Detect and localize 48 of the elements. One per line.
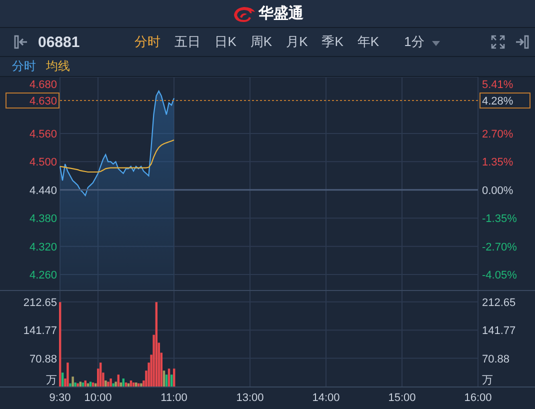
time-axis-label: 10:00 [84, 392, 112, 404]
volume-axis-label: 141.77 [482, 325, 516, 338]
volume-axis-label: 141.77 [23, 325, 57, 338]
time-axis-label: 11:00 [160, 392, 188, 404]
fullscreen-icon[interactable] [491, 35, 505, 49]
percent-axis-label: 0.00% [482, 184, 514, 197]
percent-axis-label: -1.35% [482, 213, 517, 226]
time-axis-label: 9:30 [49, 392, 71, 404]
percent-axis-label: 5.41% [482, 79, 514, 91]
price-axis-label: 4.380 [29, 213, 57, 226]
volume-axis-label: 212.65 [23, 296, 57, 309]
chart-tab[interactable]: 月K [279, 33, 315, 51]
caret-icon[interactable] [432, 41, 440, 46]
time-axis-label: 16:00 [464, 392, 492, 404]
price-axis-label: 4.320 [29, 241, 57, 254]
logo-text: 华盛通 [258, 4, 304, 23]
percent-axis-label: -4.05% [482, 270, 517, 282]
volume-axis-label: 212.65 [482, 296, 516, 309]
volume-unit-label: 万 [46, 374, 57, 386]
time-axis-label: 15:00 [388, 392, 416, 404]
volume-axis-label: 70.88 [482, 353, 510, 366]
expand-panel-icon[interactable] [515, 35, 529, 49]
legend-label: 均线 [46, 58, 70, 75]
legend-label: 分时 [12, 58, 36, 75]
percent-axis-label: 2.70% [482, 128, 514, 140]
time-axis-label: 13:00 [236, 392, 264, 404]
price-axis-label: 4.560 [29, 128, 57, 140]
current-price-tag: 4.630 [6, 92, 60, 109]
time-axis-label: 14:00 [312, 392, 340, 404]
percent-axis-label: -2.70% [482, 241, 517, 254]
chart-tab[interactable]: 日K [208, 33, 244, 51]
chart-tab[interactable]: 年K [350, 33, 386, 51]
chart-tab[interactable]: 季K [314, 33, 350, 51]
volume-axis-label: 70.88 [29, 353, 57, 366]
interval-dropdown[interactable]: 1分 [400, 33, 448, 51]
percent-axis-label: 1.35% [482, 156, 514, 169]
price-axis-label: 4.680 [29, 79, 57, 91]
price-axis-label: 4.500 [29, 156, 57, 169]
logo-icon [232, 4, 256, 22]
price-axis-label: 4.440 [29, 184, 57, 197]
price-axis-label: 4.260 [29, 270, 57, 282]
current-change-tag: 4.28% [480, 92, 530, 109]
volume-axis-label: 万 [482, 374, 493, 386]
stock-symbol: 06881 [38, 34, 80, 50]
chart-tab[interactable]: 分时 [128, 33, 168, 51]
chart-tab[interactable]: 周K [243, 33, 280, 51]
chart-tab[interactable]: 五日 [168, 33, 208, 51]
collapse-icon[interactable] [14, 35, 28, 49]
